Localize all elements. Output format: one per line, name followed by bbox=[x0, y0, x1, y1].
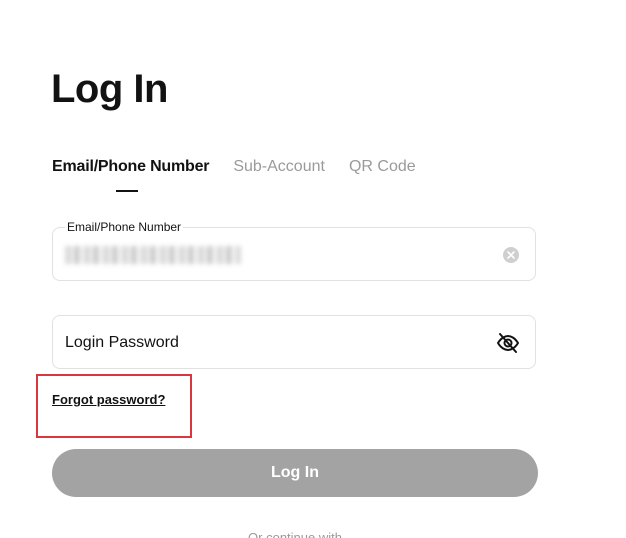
login-password-field[interactable]: Login Password bbox=[52, 315, 536, 369]
login-method-tabs: Email/Phone Number Sub-Account QR Code bbox=[52, 156, 440, 178]
login-button[interactable]: Log In bbox=[52, 449, 538, 497]
login-page: Log In Email/Phone Number Sub-Account QR… bbox=[0, 0, 626, 538]
active-tab-indicator bbox=[116, 190, 138, 192]
tab-email-phone[interactable]: Email/Phone Number bbox=[52, 156, 210, 178]
email-phone-value-obscured bbox=[65, 246, 241, 264]
email-phone-field[interactable]: Email/Phone Number bbox=[52, 219, 536, 281]
tab-sub-account[interactable]: Sub-Account bbox=[233, 156, 325, 178]
login-password-placeholder: Login Password bbox=[65, 334, 179, 351]
clear-circle-icon[interactable] bbox=[503, 247, 519, 263]
page-title: Log In bbox=[51, 67, 168, 111]
forgot-password-link[interactable]: Forgot password? bbox=[52, 392, 165, 408]
continue-with-text: Or continue with bbox=[248, 530, 342, 538]
email-phone-field-label: Email/Phone Number bbox=[65, 219, 184, 235]
eye-off-icon[interactable] bbox=[495, 330, 521, 356]
tab-qr-code[interactable]: QR Code bbox=[349, 156, 416, 178]
